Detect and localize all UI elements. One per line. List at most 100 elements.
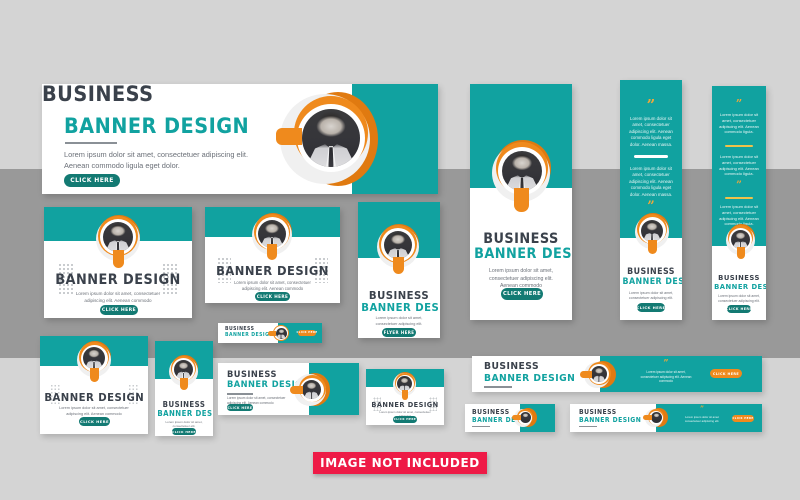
orange-tab [90,368,99,382]
orange-tab [180,378,188,390]
cta-button[interactable]: CLICK HERE [501,288,543,300]
portrait-badge [580,361,618,389]
portrait-badge [726,224,756,266]
banner-title: BUSINESS [484,361,540,372]
portrait-badge [77,341,113,389]
person-photo [650,412,662,423]
banner-hero-wide[interactable]: BUSINESS BANNER DESIGN Lorem ipsum dolor… [42,84,438,194]
poster-canvas: BUSINESS BANNER DESIGN Lorem ipsum dolor… [0,0,800,500]
orange-tab [402,390,408,400]
cta-button[interactable]: CLICK HERE [393,416,417,423]
portrait-badge [268,325,292,341]
title-rule [579,426,597,428]
person-photo [174,360,193,379]
cta-button[interactable]: CLICK HERE [255,292,290,301]
banner-hero-portrait[interactable]: BUSINESS BANNER DESIGN Lorem ipsum dolor… [470,84,572,320]
portrait-badge [635,213,671,261]
banner-body: Lorem ipsum dolor sit amet, consectetuer… [64,150,249,170]
quote-icon-mid: ” [736,180,742,191]
tie-shape [524,419,526,423]
portrait-badge [643,408,670,428]
image-not-included-badge: IMAGE NOT INCLUDED [313,452,487,474]
divider-1 [725,145,753,147]
quote-icon-top: ” [646,96,656,114]
banner-card-f[interactable]: BANNER DESIGN Lorem ipsum dolor sit amet… [366,369,444,425]
banner-subtitle: BANNER DESIGN [622,277,682,287]
cta-button[interactable]: CLICK HERE [172,428,196,435]
banner-leaderboard[interactable]: BUSINESS BANNER DESIGN ” Lorem ipsum dol… [472,356,762,392]
banner-title: BUSINESS [483,231,559,247]
quote-icon: ” [699,404,705,413]
person-photo [302,380,321,399]
orange-tab [580,371,592,378]
portrait-badge [512,408,539,428]
person-photo [83,347,105,369]
banner-title: BUSINESS [472,408,510,416]
cta-button[interactable]: CLICK HERE [100,305,138,315]
banner-body: Lorem ipsum dolor sit amet, consectetuer… [628,291,674,301]
banner-card-d[interactable]: BANNER DESIGN Lorem ipsum dolor sit amet… [40,336,148,434]
banner-card-c[interactable]: BUSINESS BANNER DESIGN Lorem ipsum dolor… [358,202,440,338]
banner-strip-wide[interactable]: BUSINESS BANNER DESIGN Lorem ipsum dolor… [218,363,359,415]
cta-button[interactable]: CLICK HERE [227,404,253,411]
portrait-badge [492,140,554,218]
banner-subtitle: BANNER DESIGN [64,114,250,138]
banner-title: BUSINESS [368,289,430,302]
portrait-badge [169,355,199,397]
banner-strip-mid[interactable]: BUSINESS BANNER DESIGN ” Lorem ipsum dol… [570,404,762,432]
banner-body: Lorem ipsum dolor sit amet, consectetuer… [375,316,423,326]
title-rule [227,393,253,395]
banner-subtitle: BANNER DESIGN [157,409,213,418]
cta-button[interactable]: CLICK HERE [710,369,742,378]
cta-button[interactable]: CLICK HERE [64,174,120,187]
banner-subtitle: BANNER DESIGN [579,416,642,424]
banner-title: BUSINESS [227,370,277,380]
title-rule [484,386,512,388]
cta-button[interactable]: CLICK HERE [726,305,752,313]
banner-card-b[interactable]: BANNER DESIGN Lorem ipsum dolor sit amet… [205,207,340,303]
banner-title: BUSINESS [579,408,617,416]
banner-card-a[interactable]: BANNER DESIGN Lorem ipsum dolor sit amet… [44,207,192,318]
title-rule [472,426,490,428]
portrait-badge [377,224,421,282]
cta-button[interactable]: CLICK HERE [296,330,317,336]
orange-tab [113,250,124,268]
cta-button[interactable]: CLICK HERE [637,303,665,312]
portrait-badge [96,215,142,275]
person-photo [519,412,531,423]
orange-tab [512,415,521,420]
banner-subtitle: BANNER DESIGN [714,282,766,291]
cta-button[interactable]: FLYER HERE [382,328,416,337]
title-rule [65,142,117,144]
orange-tab [267,244,277,260]
banner-skyscraper-1[interactable]: ” Lorem ipsum dolor sit amet, consectetu… [620,80,682,320]
cta-button[interactable]: CLICK HERE [732,415,754,422]
testimonial-text-2: Lorem ipsum dolor sit amet, consectetuer… [719,154,759,177]
person-photo [641,219,663,242]
banner-subtitle: BANNER DESIGN [225,332,274,338]
orange-tab [276,128,302,145]
person-photo [384,231,412,259]
tie-shape [655,419,657,423]
banner-body: Lorem ipsum dolor sit amet, consectetuer… [640,370,692,384]
divider-2 [725,197,753,199]
orange-tab [514,188,529,212]
banner-body: Lorem ipsum dolor sit amet, consectetuer… [234,280,311,292]
quote-icon: ” [663,359,669,369]
divider [634,155,668,158]
banner-strip-small[interactable]: BUSINESS BANNER DESIGN CLICK HERE [218,323,322,343]
cta-button[interactable]: CLICK HERE [79,417,110,426]
portrait-badge [252,213,294,267]
banner-strip-tiny[interactable]: BUSINESS BANNER DESIGN [465,404,555,432]
banner-skyscraper-2[interactable]: ” Lorem ipsum dolor sit amet, consectetu… [712,86,766,320]
banner-card-e[interactable]: BUSINESS BANNER DESIGN Lorem ipsum dolor… [155,341,213,436]
banner-title: BANNER DESIGN [371,400,439,409]
banner-body: Lorem ipsum dolor sit amet, consectetuer… [718,294,760,303]
orange-tab [393,257,404,274]
banner-subtitle: BANNER DESIGN [474,246,572,262]
testimonial-text-1: Lorem ipsum dolor sit amet, consectetuer… [719,112,759,135]
banner-title: BUSINESS [627,267,675,277]
banner-subtitle: BANNER DESIGN [361,301,440,314]
person-photo [302,109,360,167]
quote-icon-bottom: ” [647,199,655,214]
